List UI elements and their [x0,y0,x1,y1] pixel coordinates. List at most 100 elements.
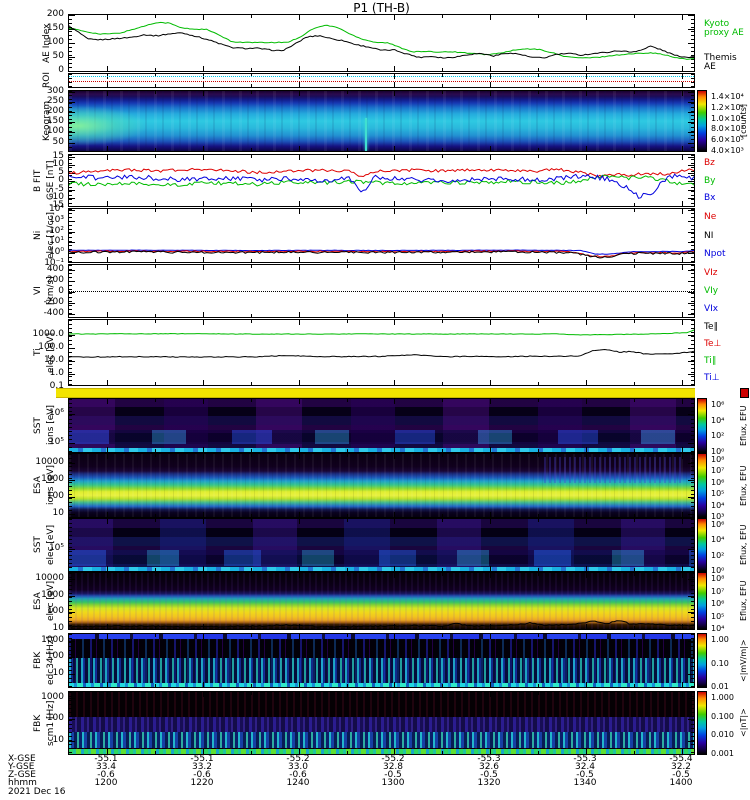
x-tick [681,312,683,317]
ytick-label-fbk_edc: 1000 [41,635,64,645]
ytick-label-ni: 10³ [48,215,64,225]
colorbar-tick-label: 10⁵ [711,612,725,621]
x-tick [394,634,396,639]
x-tick [202,573,204,578]
colorbar-tick-label: 0.100 [711,712,734,721]
x-tick [107,155,108,160]
ytick-label-ni: 10² [48,226,64,236]
x-tick [202,399,204,404]
x-tick [538,155,540,158]
x-tick [346,314,348,317]
x-tick [394,399,396,404]
y-major-tick [688,348,694,349]
ytick-label-ni: 10⁰ [48,247,64,257]
x-tick [681,265,683,270]
y-major-tick [69,579,75,580]
x-tick [107,682,108,687]
x-tick [154,382,156,385]
ytick-label-esa_ions: 10 [52,508,64,518]
y-major-tick [688,641,694,642]
fbk-edc-bottom-strip [69,683,694,687]
y-major-tick [69,29,75,30]
x-tick [250,399,252,402]
y-major-tick [69,143,75,144]
x-tick [298,624,300,629]
ytick-label-ae: 100 [46,37,64,47]
ytick-label-sst_ions: 10⁶ [48,408,64,418]
x-tick [250,514,252,517]
ytick-label-ae: 0 [58,65,64,75]
x-tick [681,91,683,96]
y-major-tick [69,132,75,133]
axis-value-hhmm: 1400 [669,778,693,788]
x-tick [346,399,348,402]
x-tick [633,382,635,385]
x-tick [538,209,540,212]
x-tick [442,84,444,87]
axis-row-header-hhmm: hhmm [8,778,37,788]
y-major-tick [69,165,75,166]
x-tick [298,265,300,270]
x-tick [442,203,444,206]
x-tick [490,380,492,385]
x-tick [442,626,444,629]
x-tick [681,155,683,160]
y-major-tick [69,112,75,113]
x-tick [538,573,540,576]
y-major-tick [69,173,75,174]
x-tick [202,320,204,325]
x-tick [633,91,635,94]
x-tick [346,203,348,206]
x-tick [298,380,300,385]
x-tick [442,15,444,18]
series-label-bx: Bx [704,193,716,203]
y-minor-ticks-right [691,692,694,754]
x-tick [633,573,635,576]
x-tick [202,634,204,639]
x-tick [154,514,156,517]
ytick-label-sst_elec: 10⁵ [48,543,64,553]
sst-ions-band [69,429,694,444]
y-major-tick [69,43,75,44]
x-tick [490,146,492,151]
y-major-tick [688,143,694,144]
x-tick [346,265,348,268]
x-tick [202,257,204,262]
panel-esa_ions [68,453,695,518]
y-major-tick [688,443,694,444]
x-tick [681,512,683,517]
x-tick [250,68,252,71]
x-tick [681,692,683,697]
y-major-tick [688,242,694,243]
y-major-tick [69,122,75,123]
x-tick [394,454,396,459]
colorbar-tick-label: 10⁶ [711,478,725,487]
x-tick [346,155,348,158]
colorbar-tick-label: 0.10 [711,659,729,668]
colorbar-tick-label: 10⁷ [711,587,725,596]
x-tick [538,15,540,18]
x-tick [107,257,108,262]
panel-ae [68,14,695,72]
reference-line-roi-lower [69,81,694,82]
x-tick [442,209,444,212]
y-major-tick [69,698,75,699]
x-tick [633,209,635,212]
x-tick [490,201,492,206]
x-tick [154,449,156,452]
x-tick [394,209,396,214]
y-major-tick [69,281,75,282]
x-tick [586,265,587,270]
y-major-tick [688,43,694,44]
y-major-tick [688,270,694,271]
x-tick [250,692,252,695]
x-tick [586,201,587,206]
x-tick [346,684,348,687]
colorbar-unit-fbk_edc: <|mV/m|> [739,639,748,682]
y-minor-ticks-left [69,209,72,262]
axis-value-hhmm: 1320 [477,778,501,788]
x-tick [346,91,348,94]
x-tick [107,146,108,151]
x-tick [633,148,635,151]
colorbar-unit-fbk_scm: <|nT|> [739,708,748,738]
